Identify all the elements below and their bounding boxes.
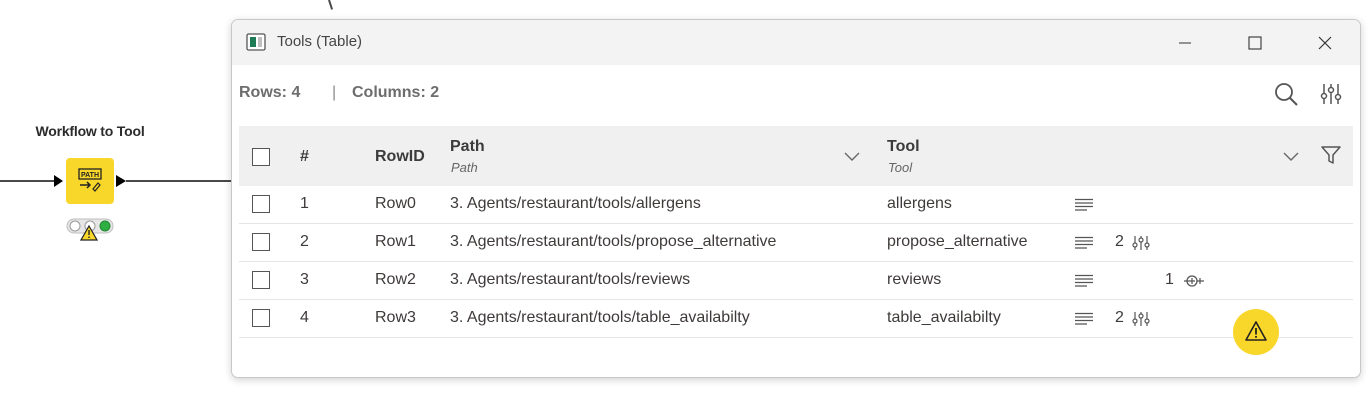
table-view-dialog: Tools (Table) Rows: 4 | Columns: 2 # Row…: [231, 19, 1361, 378]
node-input-port[interactable]: [54, 175, 63, 187]
path-cell[interactable]: 3. Agents/restaurant/tools/table_availab…: [450, 309, 750, 327]
table-row[interactable]: 2 Row1 3. Agents/restaurant/tools/propose_…: [239, 224, 1353, 262]
rowid-header[interactable]: RowID: [375, 148, 425, 166]
description-icon[interactable]: [1074, 236, 1094, 255]
node-label: Workflow to Tool: [35, 123, 145, 139]
workflow-to-tool-node[interactable]: PATH: [66, 158, 114, 204]
table-row[interactable]: 3 Row2 3. Agents/restaurant/tools/reviews r…: [239, 262, 1353, 300]
tool-cell[interactable]: table_availabilty: [887, 309, 1001, 327]
ports-count: 1: [1165, 271, 1174, 288]
row-index: 4: [300, 309, 309, 326]
connection-line-in: [0, 180, 54, 182]
path-cell[interactable]: 3. Agents/restaurant/tools/allergens: [450, 195, 701, 213]
row-index: 2: [300, 233, 309, 250]
description-icon[interactable]: [1074, 274, 1094, 293]
row-checkbox[interactable]: [252, 233, 270, 251]
row-checkbox[interactable]: [252, 195, 270, 213]
tool-column-type: Tool: [888, 160, 913, 175]
connection-line-top: [328, 0, 333, 10]
description-icon[interactable]: [1074, 198, 1094, 217]
column-count: Columns: 2: [352, 84, 440, 101]
parameters-icon[interactable]: [1131, 234, 1151, 257]
close-button[interactable]: [1290, 20, 1360, 65]
close-icon: [1318, 36, 1332, 49]
row-id: Row3: [375, 309, 416, 326]
node-output-port[interactable]: [116, 175, 126, 187]
row-id: Row0: [375, 195, 416, 212]
row-id: Row2: [375, 271, 416, 288]
path-cell[interactable]: 3. Agents/restaurant/tools/propose_alter…: [450, 233, 776, 251]
table-info-bar: Rows: 4 | Columns: 2: [232, 65, 1360, 125]
input-port-icon[interactable]: [1183, 273, 1205, 294]
tool-cell[interactable]: propose_alternative: [887, 233, 1028, 251]
index-header: #: [300, 148, 309, 165]
tool-column-header[interactable]: Tool: [887, 138, 920, 156]
row-index: 1: [300, 195, 309, 212]
tool-cell[interactable]: reviews: [887, 271, 941, 289]
maximize-button[interactable]: [1220, 20, 1290, 65]
search-icon[interactable]: [1273, 81, 1299, 107]
path-cell[interactable]: 3. Agents/restaurant/tools/reviews: [450, 271, 690, 289]
warning-icon: [1245, 321, 1267, 341]
path-column-header[interactable]: Path: [450, 138, 485, 156]
node-icon-text: PATH: [81, 172, 99, 179]
row-count: Rows: 4: [239, 84, 301, 101]
minimize-icon: [1179, 41, 1191, 44]
parameters-count: 2: [1115, 309, 1124, 326]
settings-sliders-icon[interactable]: [1319, 81, 1343, 107]
path-column-menu-icon[interactable]: [844, 150, 860, 162]
table-row[interactable]: 4 Row3 3. Agents/restaurant/tools/table_av…: [239, 300, 1353, 338]
filter-icon[interactable]: [1320, 144, 1342, 166]
table-view-icon: [246, 33, 266, 51]
title-bar[interactable]: Tools (Table): [232, 20, 1360, 65]
stats-separator: |: [332, 84, 337, 101]
row-checkbox[interactable]: [252, 271, 270, 289]
row-checkbox[interactable]: [252, 309, 270, 327]
minimize-button[interactable]: [1150, 20, 1220, 65]
row-id: Row1: [375, 233, 416, 250]
warning-badge[interactable]: [1233, 309, 1279, 355]
parameters-icon[interactable]: [1131, 310, 1151, 333]
parameters-count: 2: [1115, 233, 1124, 250]
table-row[interactable]: 1 Row0 3. Agents/restaurant/tools/allergen…: [239, 186, 1353, 224]
path-to-tool-icon: PATH: [78, 168, 102, 192]
window-title: Tools (Table): [277, 33, 363, 50]
tool-cell[interactable]: allergens: [887, 195, 952, 213]
row-index: 3: [300, 271, 309, 288]
path-column-type: Path: [451, 160, 478, 175]
connection-line-out: [126, 180, 232, 182]
node-warning-icon: [80, 225, 98, 241]
maximize-icon: [1248, 35, 1262, 50]
description-icon[interactable]: [1074, 312, 1094, 331]
table-header: # RowID Path Path Tool Tool: [239, 126, 1353, 186]
tool-column-menu-icon[interactable]: [1283, 150, 1299, 162]
select-all-checkbox[interactable]: [252, 148, 270, 166]
